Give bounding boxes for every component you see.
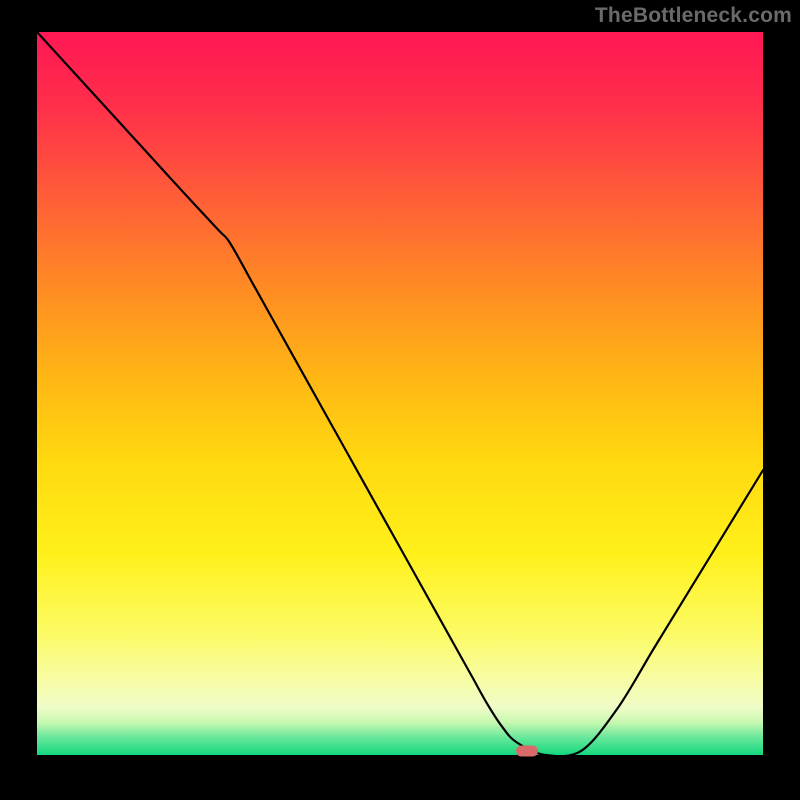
plot-area	[37, 32, 763, 755]
watermark-text: TheBottleneck.com	[595, 4, 792, 28]
bottleneck-curve	[37, 32, 763, 755]
optimal-marker	[516, 746, 538, 757]
